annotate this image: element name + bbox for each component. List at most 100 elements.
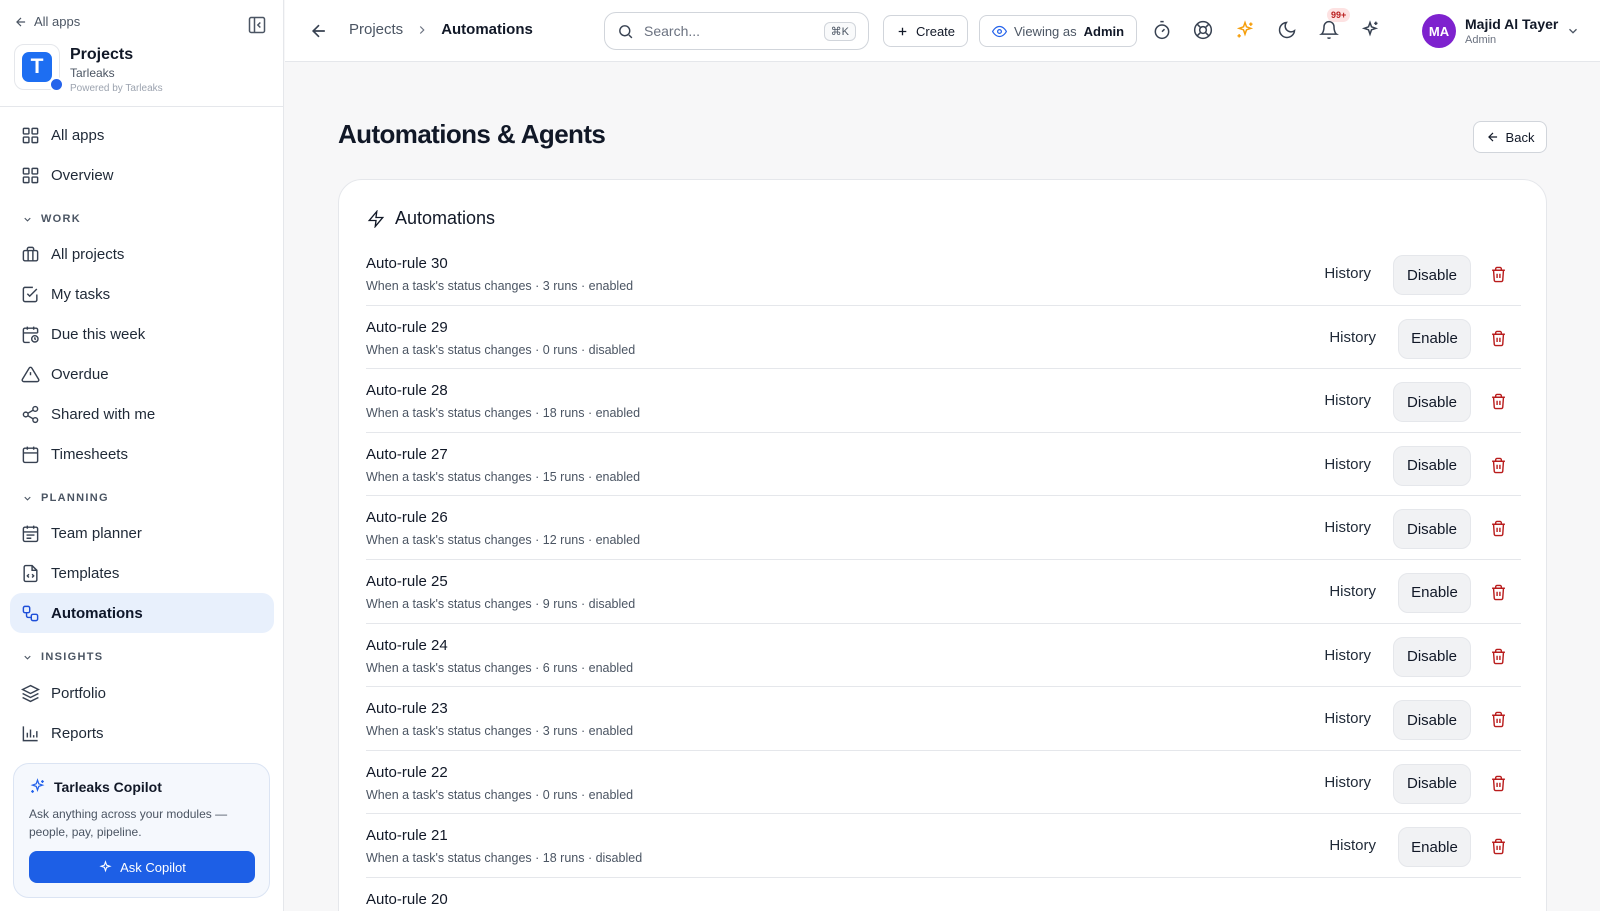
delete-button[interactable] <box>1490 330 1507 347</box>
brand-badge-icon <box>49 77 64 92</box>
avatar[interactable]: MA <box>1422 14 1456 48</box>
trash-icon <box>1492 330 1505 346</box>
disable-button[interactable]: Disable <box>1393 763 1471 804</box>
page-title: Automations & Agents <box>338 119 606 149</box>
delete-button[interactable] <box>1490 393 1507 410</box>
sidebar-item-all-projects[interactable]: All projects <box>10 234 274 274</box>
back-button[interactable]: Back <box>1473 121 1547 153</box>
automation-row: Auto-rule 23 When a task's status changes… <box>366 687 1521 751</box>
automation-description: When a task's status changes · 3 runs · … <box>366 724 634 739</box>
disable-button[interactable]: Disable <box>1393 445 1471 486</box>
delete-button[interactable] <box>1490 584 1507 601</box>
assistant-button[interactable] <box>1360 20 1382 42</box>
delete-button[interactable] <box>1490 838 1507 855</box>
automation-description: When a task's status changes · 12 runs ·… <box>366 533 641 548</box>
create-button[interactable]: Create <box>883 15 969 47</box>
copilot-title: Tarleaks Copilot <box>54 778 162 795</box>
user-menu-button[interactable] <box>1566 24 1580 38</box>
viewing-as-role: Admin <box>1083 23 1125 39</box>
automation-name: Auto-rule 24 <box>366 636 448 654</box>
disable-button[interactable]: Disable <box>1393 509 1471 550</box>
automation-description: When a task's status changes · 6 runs · … <box>366 660 634 675</box>
copilot-description: Ask anything across your modules — peopl… <box>29 807 228 839</box>
back-arrow-button[interactable] <box>309 21 329 41</box>
delete-button[interactable] <box>1490 775 1507 792</box>
automation-row: Auto-rule 21 When a task's status changes… <box>366 814 1521 878</box>
disable-button[interactable]: Disable <box>1393 255 1471 295</box>
sidebar-item-reports[interactable]: Reports <box>10 713 274 753</box>
history-button[interactable]: History <box>1324 710 1371 727</box>
section-label-planning: PLANNING <box>41 492 109 504</box>
file-icon <box>23 564 38 582</box>
calendar-icon <box>22 446 39 463</box>
delete-button[interactable] <box>1490 648 1507 665</box>
section-toggle-insights[interactable]: INSIGHTS <box>22 651 103 663</box>
stopwatch-icon <box>1154 20 1170 40</box>
trash-icon <box>1492 648 1505 664</box>
sidebar-item-templates[interactable]: Templates <box>10 553 274 593</box>
sidebar-item-all-apps[interactable]: All apps <box>10 115 274 155</box>
history-button[interactable]: History <box>1324 265 1371 282</box>
breadcrumb-current: Automations <box>441 21 533 38</box>
timer-button[interactable] <box>1152 20 1174 42</box>
disable-button[interactable]: Disable <box>1393 700 1471 741</box>
sidebar-item-shared-with-me[interactable]: Shared with me <box>10 394 274 434</box>
notifications-button[interactable] <box>1319 20 1341 42</box>
sidebar-item-portfolio[interactable]: Portfolio <box>10 673 274 713</box>
sidebar-item-overdue[interactable]: Overdue <box>10 354 274 394</box>
history-button[interactable]: History <box>1324 519 1371 536</box>
automation-row: Auto-rule 24 When a task's status changes… <box>366 624 1521 688</box>
create-label: Create <box>916 23 956 39</box>
history-button[interactable]: History <box>1324 392 1371 409</box>
history-button[interactable]: History <box>1329 837 1376 854</box>
briefcase-icon <box>22 246 39 262</box>
delete-button[interactable] <box>1490 457 1507 474</box>
section-toggle-planning[interactable]: PLANNING <box>22 492 109 504</box>
user-name: Majid Al Tayer <box>1465 16 1559 32</box>
ai-sparkle-button[interactable] <box>1235 20 1257 42</box>
automation-row: Auto-rule 20 <box>366 878 1521 911</box>
history-button[interactable]: History <box>1324 647 1371 664</box>
enable-button[interactable]: Enable <box>1398 572 1471 613</box>
notification-badge: 99+ <box>1327 8 1351 22</box>
user-role: Admin <box>1465 34 1497 46</box>
viewing-as-button[interactable]: Viewing as Admin <box>979 15 1138 47</box>
brand-letter: T <box>22 52 52 82</box>
sidebar-item-team-planner[interactable]: Team planner <box>10 513 274 553</box>
sidebar-item-label: Overdue <box>51 365 109 383</box>
disable-button[interactable]: Disable <box>1393 636 1471 677</box>
theme-toggle-button[interactable] <box>1277 20 1299 42</box>
search-input[interactable]: Search... ⌘K <box>604 12 869 50</box>
check-square-icon <box>22 286 38 302</box>
sidebar-item-my-tasks[interactable]: My tasks <box>10 274 274 314</box>
delete-button[interactable] <box>1490 711 1507 728</box>
ask-copilot-button[interactable]: Ask Copilot <box>29 851 255 883</box>
breadcrumb: Projects Automations <box>349 21 533 38</box>
enable-button[interactable]: Enable <box>1398 318 1471 359</box>
delete-button[interactable] <box>1490 520 1507 537</box>
section-toggle-work[interactable]: WORK <box>22 213 81 225</box>
search-shortcut: ⌘K <box>823 21 856 41</box>
viewing-as-label: Viewing as <box>1014 23 1077 39</box>
history-button[interactable]: History <box>1329 583 1376 600</box>
history-button[interactable]: History <box>1329 329 1376 346</box>
plus-icon <box>898 27 907 35</box>
eye-icon <box>992 25 1007 37</box>
sparkles-icon <box>30 778 45 793</box>
sidebar-item-automations[interactable]: Automations <box>10 593 274 633</box>
sidebar-item-timesheets[interactable]: Timesheets <box>10 434 274 474</box>
sidebar-item-due-this-week[interactable]: Due this week <box>10 314 274 354</box>
help-button[interactable] <box>1193 20 1215 42</box>
delete-button[interactable] <box>1490 266 1507 283</box>
sidebar-item-overview[interactable]: Overview <box>10 155 274 195</box>
chevron-down-icon <box>1569 28 1577 34</box>
collapse-sidebar-button[interactable] <box>247 15 267 35</box>
automation-description: When a task's status changes · 0 runs · … <box>366 342 636 357</box>
disable-button[interactable]: Disable <box>1393 382 1471 423</box>
enable-button[interactable]: Enable <box>1398 827 1471 868</box>
history-button[interactable]: History <box>1324 774 1371 791</box>
all-apps-link[interactable]: All apps <box>14 14 80 29</box>
history-button[interactable]: History <box>1324 456 1371 473</box>
breadcrumb-projects[interactable]: Projects <box>349 21 403 38</box>
sidebar-item-label: Team planner <box>51 524 142 542</box>
